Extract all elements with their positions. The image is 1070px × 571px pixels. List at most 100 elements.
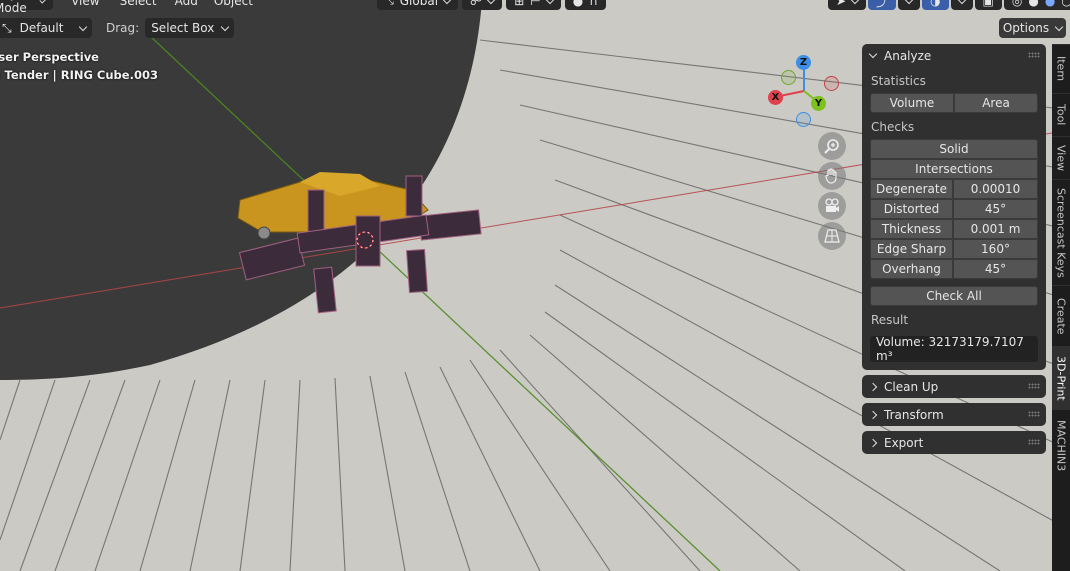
gizmo-neg-y-axis[interactable] (781, 70, 796, 85)
drag-label: Drag: (106, 21, 140, 35)
drag-handle-icon[interactable] (1028, 411, 1040, 417)
chevron-down-icon (221, 22, 230, 31)
transform-orientation-dropdown[interactable]: ⤡ Global (376, 0, 459, 10)
options-label: Options (1002, 21, 1050, 35)
viewport-header: Object Mode View Select Add Object ⤡ Glo… (0, 0, 1070, 15)
volume-button[interactable]: Volume (870, 93, 954, 113)
chevron-down-icon (78, 22, 88, 31)
distorted-field[interactable]: 45° (953, 199, 1038, 219)
chevron-right-icon (868, 438, 878, 447)
perspective-toggle-button[interactable] (818, 222, 846, 250)
drag-handle-icon[interactable] (1028, 383, 1040, 389)
tab-view-label: View (1054, 144, 1068, 172)
menu-select[interactable]: Select (114, 0, 163, 8)
chevron-right-icon (868, 382, 878, 391)
tab-tool[interactable]: Tool (1052, 93, 1070, 136)
overlays-dropdown[interactable] (950, 0, 973, 10)
drag-dropdown[interactable]: Select Box (145, 18, 235, 38)
material-shading-icon: ● (1044, 0, 1056, 8)
checks-label: Checks (871, 120, 915, 134)
check-row-degenerate: Degenerate 0.00010 (870, 179, 1038, 199)
gizmo-toggle[interactable]: ⤴ (868, 0, 897, 10)
proportional-edit-dropdown[interactable]: ● ∩ (564, 0, 606, 10)
pan-button[interactable] (818, 162, 846, 190)
falloff-icon: ∩ (589, 0, 598, 8)
export-panel-header[interactable]: Export (862, 431, 1046, 454)
drag-value: Select Box (151, 21, 215, 35)
chevron-down-icon (545, 0, 554, 4)
thickness-button[interactable]: Thickness (870, 219, 953, 239)
tab-3d-print[interactable]: 3D-Print (1052, 346, 1070, 409)
clean-up-panel-header[interactable]: Clean Up (862, 375, 1046, 398)
export-panel[interactable]: Export (862, 431, 1046, 454)
chevron-down-icon (1054, 22, 1064, 31)
gizmo-z-axis[interactable]: Z (796, 55, 811, 70)
transform-panel-header[interactable]: Transform (862, 403, 1046, 426)
chevron-down-icon (486, 0, 496, 4)
overhang-button[interactable]: Overhang (870, 259, 953, 279)
clean-up-panel[interactable]: Clean Up (862, 375, 1046, 398)
overlays-icon: ◑ (930, 0, 941, 8)
gizmo-icon: ⤴ (876, 0, 889, 9)
tab-machin3[interactable]: MACHIN3 (1052, 409, 1070, 482)
orientation-dropdown[interactable]: ⤡ Default (0, 18, 92, 38)
tab-create-label: Create (1054, 297, 1068, 335)
thickness-field[interactable]: 0.001 m (953, 219, 1038, 239)
chevron-down-icon (39, 0, 47, 3)
tab-view[interactable]: View (1052, 136, 1070, 179)
area-button[interactable]: Area (954, 93, 1038, 113)
shading-modes[interactable]: ◎ ● ● ○ (1003, 0, 1070, 10)
xray-icon: ▣ (982, 0, 994, 8)
tab-3d-print-label: 3D-Print (1054, 355, 1068, 401)
options-dropdown[interactable]: Options (999, 18, 1066, 38)
analyze-panel-header[interactable]: Analyze (862, 44, 1046, 67)
xray-toggle[interactable]: ▣ (974, 0, 1002, 10)
menu-view[interactable]: View (65, 0, 105, 8)
gizmo-neg-z-axis[interactable] (796, 112, 811, 127)
tab-item[interactable]: Item (1052, 44, 1070, 93)
tab-machin3-label: MACHIN3 (1054, 420, 1068, 472)
analyze-panel: Analyze Statistics Volume Area Checks So… (862, 44, 1046, 370)
export-title: Export (884, 435, 924, 450)
check-all-button[interactable]: Check All (870, 286, 1038, 306)
snap-dropdown[interactable]: ⊞ ⊢ (506, 0, 561, 10)
gizmo-x-axis[interactable]: X (768, 90, 783, 105)
chevron-down-icon (957, 0, 966, 4)
wireframe-shading-icon: ◎ (1011, 0, 1023, 8)
orientation-icon: ⤡ (2, 20, 12, 35)
check-row-edge-sharp: Edge Sharp 160° (870, 239, 1038, 259)
tab-create[interactable]: Create (1052, 285, 1070, 346)
solid-button[interactable]: Solid (870, 139, 1038, 159)
degenerate-button[interactable]: Degenerate (870, 179, 953, 199)
overlays-toggle[interactable]: ◑ (922, 0, 949, 10)
check-row-thickness: Thickness 0.001 m (870, 219, 1038, 239)
drag-handle-icon[interactable] (1028, 439, 1040, 445)
mode-dropdown[interactable]: Object Mode (0, 0, 54, 15)
transform-panel[interactable]: Transform (862, 403, 1046, 426)
overhang-field[interactable]: 45° (953, 259, 1038, 279)
transform-title: Transform (884, 407, 944, 422)
degenerate-field[interactable]: 0.00010 (953, 179, 1038, 199)
zoom-icon (824, 139, 839, 154)
distorted-button[interactable]: Distorted (870, 199, 953, 219)
chevron-right-icon (868, 410, 878, 419)
result-label: Result (871, 313, 909, 327)
sidebar-n-panel: Analyze Statistics Volume Area Checks So… (862, 44, 1046, 459)
intersections-button[interactable]: Intersections (870, 159, 1038, 179)
menu-object[interactable]: Object (208, 0, 259, 8)
drag-handle-icon[interactable] (1028, 52, 1040, 58)
object-info: (1) Tender | RING Cube.003 (0, 68, 158, 82)
gizmo-dropdown[interactable] (898, 0, 921, 10)
hand-icon (825, 168, 837, 184)
edge-sharp-field[interactable]: 160° (953, 239, 1038, 259)
menu-add[interactable]: Add (169, 0, 204, 8)
zoom-button[interactable] (818, 132, 846, 160)
camera-view-button[interactable] (818, 192, 846, 220)
tab-screencast-keys[interactable]: Screencast Keys (1052, 179, 1070, 285)
gizmo-neg-x-axis[interactable] (824, 76, 839, 91)
pivot-dropdown[interactable]: ☍ (462, 0, 503, 10)
chevron-down-icon (868, 49, 878, 59)
visibility-dropdown[interactable]: ➤ (827, 0, 867, 10)
edge-sharp-button[interactable]: Edge Sharp (870, 239, 953, 259)
gizmo-y-axis[interactable]: Y (811, 96, 826, 111)
